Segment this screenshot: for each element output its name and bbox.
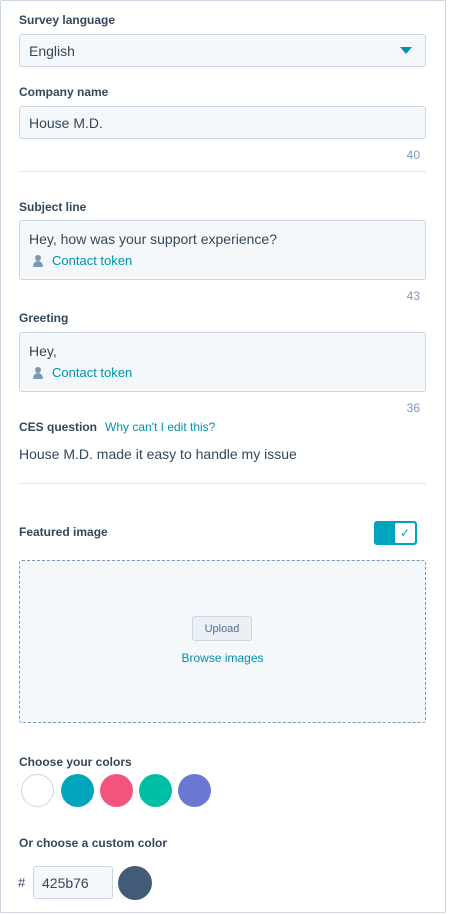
survey-settings-panel: Survey language English Company name Hou… [0,0,446,913]
contact-token[interactable]: Contact token [32,365,416,380]
contact-token-label: Contact token [52,253,133,268]
contact-token[interactable]: Contact token [32,253,416,268]
person-icon [32,254,44,267]
company-name-label: Company name [19,85,109,99]
survey-language-select[interactable]: English [19,34,426,67]
ces-question-header: CES question Why can't I edit this? [19,420,215,434]
greeting-label: Greeting [19,311,69,325]
color-swatch-purple[interactable] [178,774,211,807]
company-name-input[interactable]: House M.D. [19,106,426,139]
contact-token-label: Contact token [52,365,133,380]
hash-symbol: # [18,875,26,890]
choose-colors-label: Choose your colors [19,755,132,769]
company-name-value: House M.D. [29,114,103,131]
custom-color-label: Or choose a custom color [19,836,168,850]
browse-images-link[interactable]: Browse images [20,651,425,665]
person-icon [32,366,44,379]
survey-language-label: Survey language [19,13,116,27]
image-dropzone[interactable]: Upload Browse images [19,560,426,723]
divider [19,483,426,484]
color-swatch-pink[interactable] [100,774,133,807]
ces-question-label: CES question [19,420,98,434]
subject-line-label: Subject line [19,200,87,214]
color-swatch-white[interactable] [21,774,54,807]
greeting-input[interactable]: Hey, Contact token [19,332,426,392]
custom-color-value: 425b76 [42,874,89,891]
custom-color-preview [118,866,152,900]
subject-line-input[interactable]: Hey, how was your support experience? Co… [19,220,426,280]
greeting-text: Hey, [29,343,57,359]
caret-down-icon [400,47,412,54]
subject-line-counter: 43 [406,289,420,303]
color-swatch-teal[interactable] [61,774,94,807]
upload-button[interactable]: Upload [192,616,252,641]
subject-line-text: Hey, how was your support experience? [29,231,277,247]
ces-question-text: House M.D. made it easy to handle my iss… [19,446,297,462]
company-name-counter: 40 [406,148,420,162]
color-swatch-green[interactable] [139,774,172,807]
why-cant-edit-link[interactable]: Why can't I edit this? [105,420,215,434]
custom-color-input[interactable]: 425b76 [33,866,113,899]
checkmark-icon: ✓ [395,523,415,543]
greeting-counter: 36 [406,401,420,415]
survey-language-value: English [29,42,75,59]
featured-image-label: Featured image [19,525,108,539]
divider [19,171,426,172]
featured-image-toggle[interactable]: ✓ [374,521,417,545]
